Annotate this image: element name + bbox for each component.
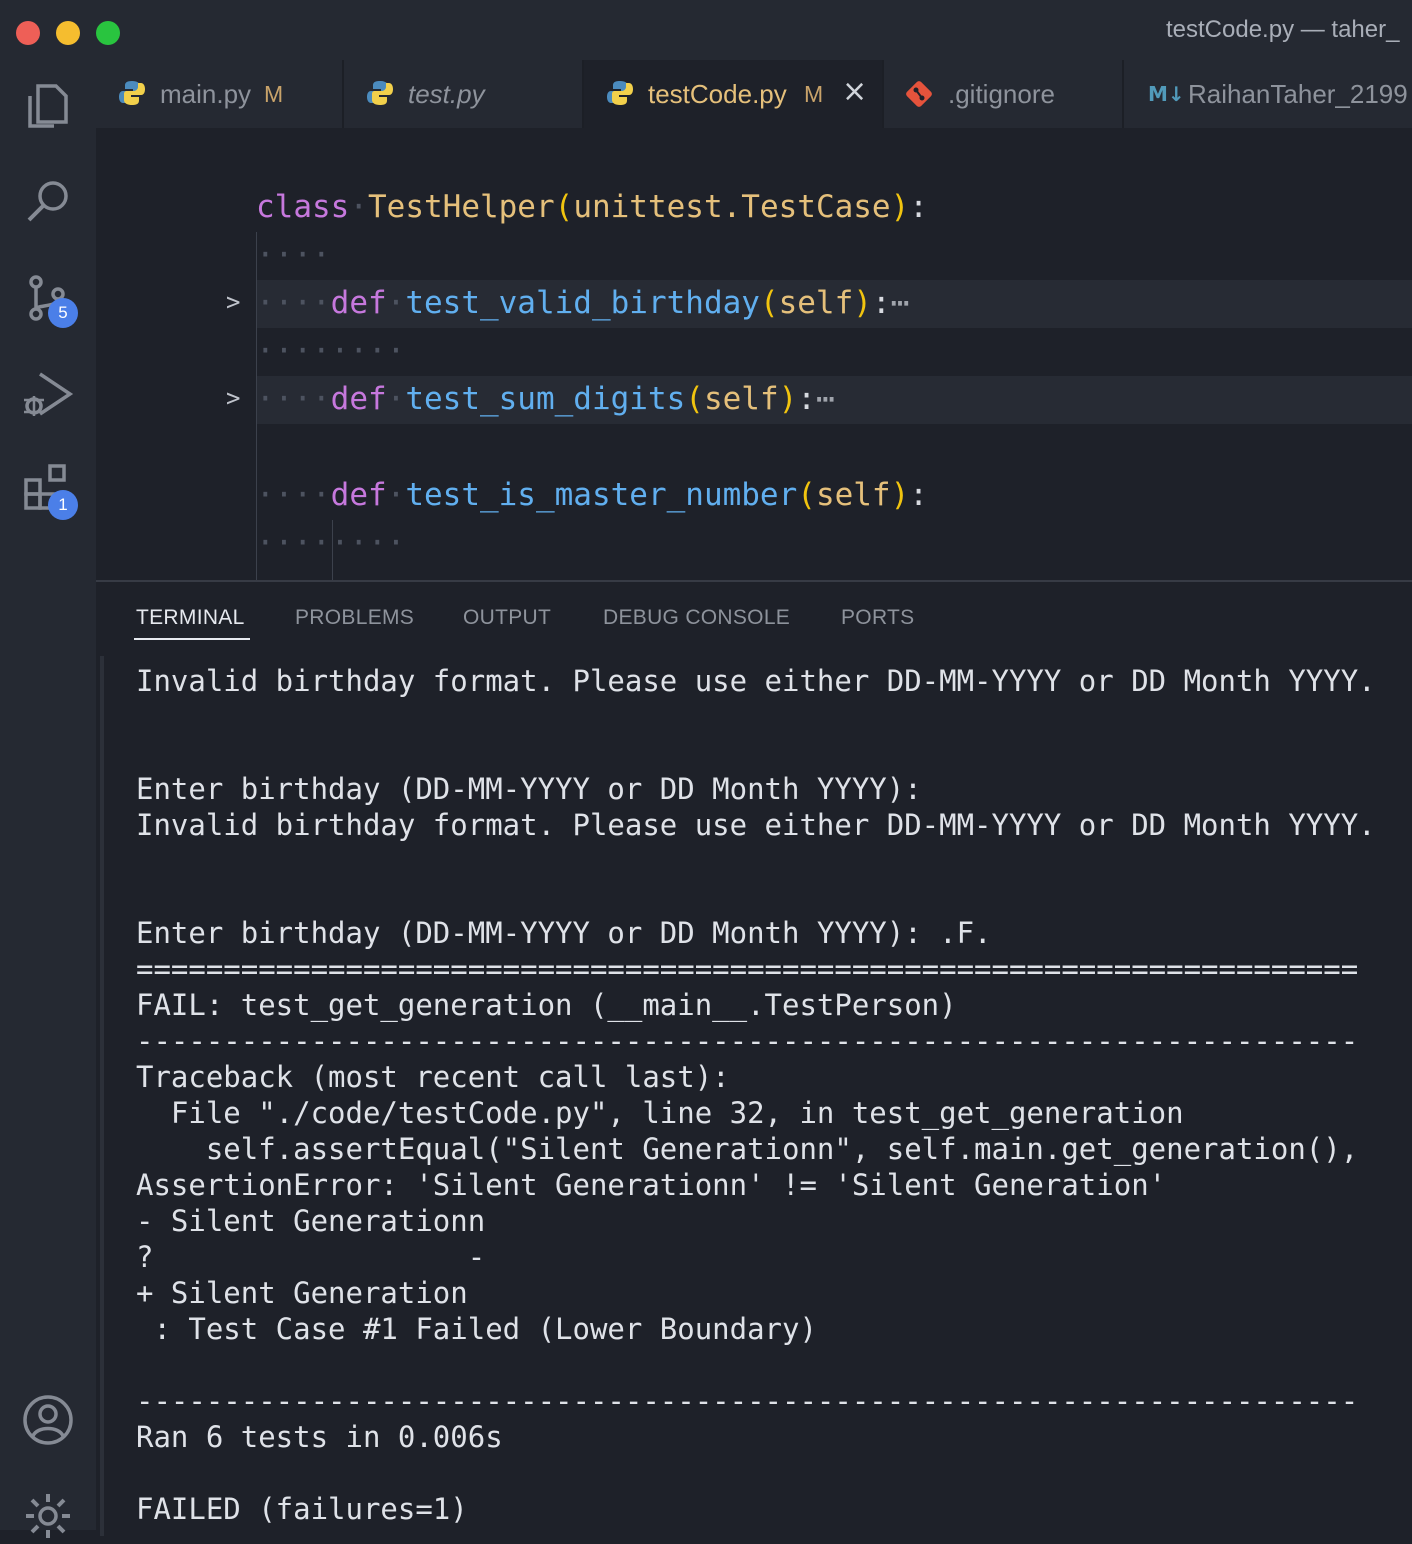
python-icon	[119, 81, 145, 105]
terminal-line: Invalid birthday format. Please use eith…	[136, 664, 1376, 698]
code-line: 115> ····def·test_sum_digits(self):⋯	[96, 376, 1412, 424]
def-keyword: def	[330, 381, 387, 417]
terminal-line: Enter birthday (DD-MM-YYYY or DD Month Y…	[136, 772, 922, 806]
terminal-line: - Silent Generationn	[136, 1204, 486, 1238]
account-icon[interactable]	[20, 1392, 76, 1448]
tab-output[interactable]: OUTPUT	[463, 606, 551, 630]
tab-testcode-py[interactable]: testCode.py M ×	[584, 60, 884, 128]
python-icon	[607, 81, 633, 105]
code-line: 94 class·TestHelper(unittest.TestCase):	[256, 189, 928, 225]
minimize-window-button[interactable]	[56, 21, 80, 45]
code-line: 95 ····	[256, 237, 331, 273]
terminal-line: self.assertEqual("Silent Generationn", s…	[136, 1132, 1359, 1166]
indent-guide	[256, 232, 257, 580]
window-title: testCode.py — taher_	[1166, 16, 1400, 43]
code-line: 129 ········	[256, 525, 406, 561]
tab-debug-console[interactable]: DEBUG CONSOLE	[603, 606, 790, 630]
tab-main-py[interactable]: main.py M	[96, 60, 344, 128]
explorer-icon[interactable]	[20, 78, 76, 134]
terminal-line: ? -	[136, 1240, 486, 1274]
title-bar: testCode.py — taher_	[0, 0, 1412, 60]
tab-readme-md-label: RaihanTaher_2199	[1188, 79, 1408, 109]
terminal-line: ----------------------------------------…	[136, 1384, 1359, 1418]
tab-ports[interactable]: PORTS	[841, 606, 914, 630]
terminal-line: Ran 6 tests in 0.006s	[136, 1420, 503, 1454]
tab-main-py-label: main.py	[160, 79, 252, 109]
terminal-output[interactable]: Invalid birthday format. Please use eith…	[136, 582, 1376, 1526]
indent-guide	[332, 520, 333, 580]
code-line: 96> ····def·test_valid_birthday(self):⋯	[96, 280, 1412, 328]
code-editor[interactable]: 93 94 class·TestHelper(unittest.TestCase…	[96, 128, 1412, 580]
panel-divider	[100, 656, 104, 1536]
terminal-line: FAIL: test_get_generation (__main__.Test…	[136, 988, 957, 1022]
terminal-line: + Silent Generation	[136, 1276, 468, 1310]
terminal-line: FAILED (failures=1)	[136, 1492, 468, 1526]
fold-chevron-icon[interactable]: >	[226, 288, 240, 316]
method-name: test_is_master_number	[405, 477, 798, 513]
terminal-line: AssertionError: 'Silent Generationn' != …	[136, 1168, 1167, 1202]
git-icon	[906, 81, 932, 107]
python-icon	[367, 81, 393, 105]
tab-test-py-label: test.py	[408, 79, 485, 109]
tab-main-py-modified: M	[264, 81, 284, 107]
editor-tab-bar: main.py M test.py testCode.py M × .gitig…	[96, 60, 1412, 128]
bottom-panel: TERMINAL PROBLEMS OUTPUT DEBUG CONSOLE P…	[96, 580, 1412, 1536]
run-debug-icon[interactable]	[20, 366, 76, 422]
terminal-line: File "./code/testCode.py", line 32, in t…	[136, 1096, 1184, 1130]
folded-ellipsis-icon[interactable]: ⋯	[891, 285, 910, 321]
source-control-badge: 5	[48, 298, 78, 328]
def-keyword: def	[330, 285, 387, 321]
tab-testcode-py-label: testCode.py	[648, 79, 787, 109]
method-name: test_sum_digits	[405, 381, 686, 417]
class-keyword: class	[256, 189, 350, 225]
code-line: 128 ····def·test_is_master_number(self):	[256, 477, 928, 513]
class-base: unittest.TestCase	[573, 189, 891, 225]
terminal-line: Traceback (most recent call last):	[136, 1060, 730, 1094]
markdown-icon: M↓	[1148, 82, 1185, 106]
self-param: self	[778, 285, 854, 321]
settings-gear-icon[interactable]	[20, 1488, 76, 1544]
activity-bar: 5 1	[0, 60, 96, 1538]
tab-testcode-py-modified: M	[804, 81, 824, 107]
terminal-line: Enter birthday (DD-MM-YYYY or DD Month Y…	[136, 916, 992, 950]
close-window-button[interactable]	[16, 21, 40, 45]
self-param: self	[703, 381, 779, 417]
tab-problems[interactable]: PROBLEMS	[295, 606, 414, 630]
close-tab-icon[interactable]: ×	[842, 74, 867, 109]
tab-readme-md[interactable]: M↓ RaihanTaher_2199	[1124, 60, 1412, 128]
tab-test-py[interactable]: test.py	[344, 60, 584, 128]
terminal-line: Invalid birthday format. Please use eith…	[136, 808, 1376, 842]
zoom-window-button[interactable]	[96, 21, 120, 45]
extensions-badge: 1	[48, 490, 78, 520]
fold-chevron-icon[interactable]: >	[226, 384, 240, 412]
self-param: self	[815, 477, 891, 513]
code-line: 127	[96, 424, 1412, 472]
code-line: 114 ········	[256, 333, 406, 369]
tab-gitignore[interactable]: .gitignore	[884, 60, 1124, 128]
code-line: 93	[96, 136, 1412, 184]
terminal-line: ----------------------------------------…	[136, 1024, 1359, 1058]
class-name: TestHelper	[368, 189, 555, 225]
folded-ellipsis-icon[interactable]: ⋯	[816, 381, 835, 417]
tab-gitignore-label: .gitignore	[948, 79, 1055, 109]
search-icon[interactable]	[20, 174, 76, 230]
method-name: test_valid_birthday	[405, 285, 760, 321]
terminal-line: ========================================…	[136, 952, 1359, 986]
def-keyword: def	[330, 477, 387, 513]
terminal-line: : Test Case #1 Failed (Lower Boundary)	[136, 1312, 817, 1346]
